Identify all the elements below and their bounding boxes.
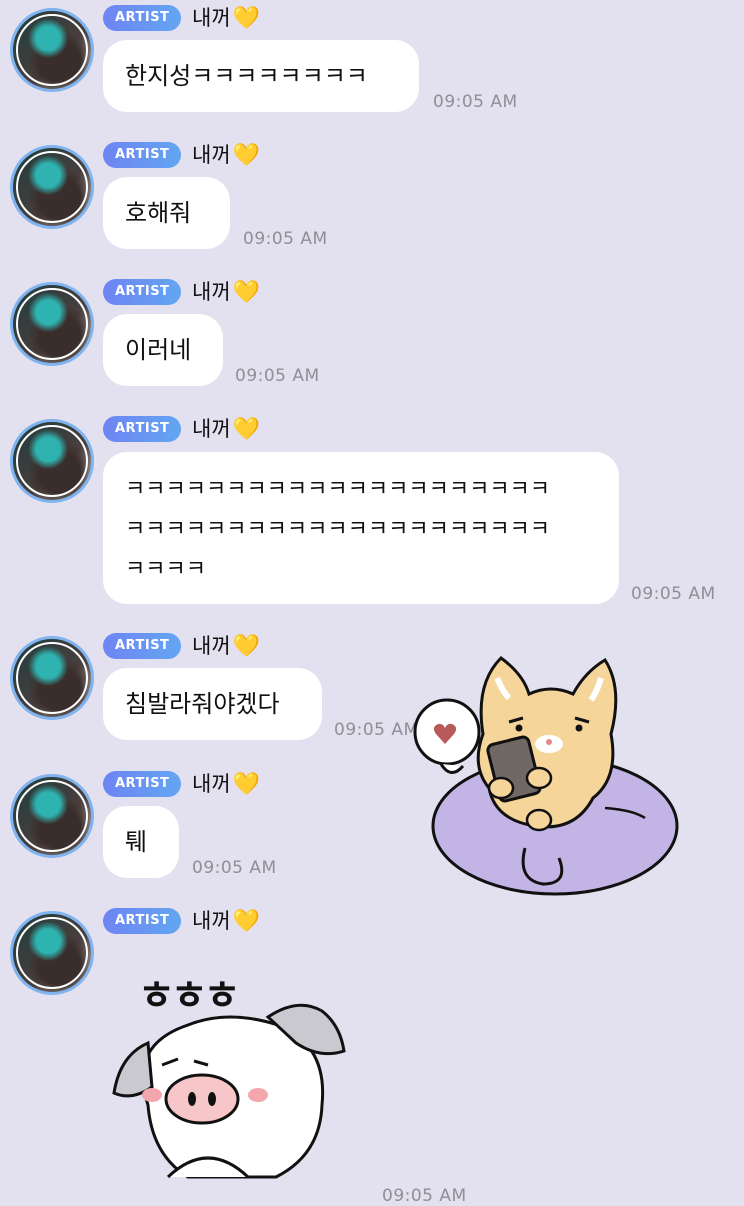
avatar[interactable]	[10, 774, 94, 858]
sender-name-text: 내꺼	[192, 772, 231, 796]
timestamp: 09:05 AM	[243, 229, 328, 249]
artist-badge: ARTIST	[103, 142, 182, 168]
sender-name: 내꺼💛	[192, 4, 260, 33]
message-text-line: ㅋㅋㅋㅋㅋㅋㅋㅋㅋㅋㅋㅋㅋㅋㅋㅋㅋㅋㅋㅋㅋ	[125, 477, 551, 502]
sender-name: 내꺼💛	[192, 141, 260, 170]
sender-name: 내꺼💛	[192, 632, 260, 661]
message-row: ARTIST 내꺼💛 ㅎㅎㅎ 09:05 AM	[0, 903, 744, 1206]
message-text: 호해줘	[125, 199, 192, 227]
message-text: 이러네	[125, 336, 192, 364]
artist-badge: ARTIST	[103, 279, 182, 305]
yellow-heart-icon: 💛	[232, 280, 261, 305]
timestamp: 09:05 AM	[433, 92, 518, 112]
pig-sticker[interactable]: ㅎㅎㅎ	[108, 955, 358, 1200]
avatar[interactable]	[10, 636, 94, 720]
message-bubble[interactable]: ㅋㅋㅋㅋㅋㅋㅋㅋㅋㅋㅋㅋㅋㅋㅋㅋㅋㅋㅋㅋㅋ ㅋㅋㅋㅋㅋㅋㅋㅋㅋㅋㅋㅋㅋㅋㅋㅋㅋㅋ…	[103, 452, 619, 604]
avatar[interactable]	[10, 145, 94, 229]
sender-name: 내꺼💛	[192, 415, 260, 444]
message-text: 한지성ㅋㅋㅋㅋㅋㅋㅋㅋ	[125, 62, 368, 90]
timestamp: 09:05 AM	[235, 366, 320, 386]
speech-bubble	[413, 698, 481, 774]
timestamp: 09:05 AM	[192, 858, 277, 878]
sender-name: 내꺼💛	[192, 907, 260, 936]
avatar[interactable]	[10, 282, 94, 366]
message-row: ARTIST 내꺼💛 호해줘 09:05 AM	[0, 137, 744, 267]
message-row: ARTIST 내꺼💛 퉤 09:05 AM	[0, 766, 744, 896]
sender-name-text: 내꺼	[192, 143, 231, 167]
yellow-heart-icon: 💛	[232, 634, 261, 659]
yellow-heart-icon: 💛	[232, 909, 261, 934]
message-bubble[interactable]: 이러네	[103, 314, 223, 386]
yellow-heart-icon: 💛	[232, 772, 261, 797]
sender-name-text: 내꺼	[192, 634, 231, 658]
sender-name-text: 내꺼	[192, 280, 231, 304]
yellow-heart-icon: 💛	[232, 6, 261, 31]
message-row: ARTIST 내꺼💛 이러네 09:05 AM	[0, 274, 744, 404]
artist-badge: ARTIST	[103, 771, 182, 797]
sender-name-text: 내꺼	[192, 909, 231, 933]
message-text: 침발라줘야겠다	[125, 690, 280, 718]
artist-badge: ARTIST	[103, 633, 182, 659]
message-row: ARTIST 내꺼💛 ㅋㅋㅋㅋㅋㅋㅋㅋㅋㅋㅋㅋㅋㅋㅋㅋㅋㅋㅋㅋㅋ ㅋㅋㅋㅋㅋㅋㅋ…	[0, 411, 744, 611]
artist-badge: ARTIST	[103, 908, 182, 934]
timestamp: 09:05 AM	[631, 584, 716, 604]
timestamp: 09:05 AM	[382, 1186, 467, 1206]
avatar[interactable]	[10, 419, 94, 503]
message-bubble[interactable]: 호해줘	[103, 177, 230, 249]
pig-illustration	[112, 1003, 346, 1179]
sender-name-text: 내꺼	[192, 417, 231, 441]
message-text-line: ㅋㅋㅋㅋㅋㅋㅋㅋㅋㅋㅋㅋㅋㅋㅋㅋㅋㅋㅋㅋㅋ	[125, 517, 551, 542]
sender-name: 내꺼💛	[192, 770, 260, 799]
yellow-heart-icon: 💛	[232, 417, 261, 442]
avatar[interactable]	[10, 8, 94, 92]
yellow-heart-icon: 💛	[232, 143, 261, 168]
artist-badge: ARTIST	[103, 416, 182, 442]
artist-badge: ARTIST	[103, 5, 182, 31]
avatar[interactable]	[10, 911, 94, 995]
sender-name-text: 내꺼	[192, 6, 231, 30]
message-row: ARTIST 내꺼💛 한지성ㅋㅋㅋㅋㅋㅋㅋㅋ 09:05 AM	[0, 0, 744, 130]
message-bubble[interactable]: 침발라줘야겠다	[103, 668, 322, 740]
message-bubble[interactable]: 퉤	[103, 806, 179, 878]
message-bubble[interactable]: 한지성ㅋㅋㅋㅋㅋㅋㅋㅋ	[103, 40, 419, 112]
message-text: 퉤	[125, 828, 148, 856]
message-text-line: ㅋㅋㅋㅋ	[125, 557, 206, 582]
sender-name: 내꺼💛	[192, 278, 260, 307]
